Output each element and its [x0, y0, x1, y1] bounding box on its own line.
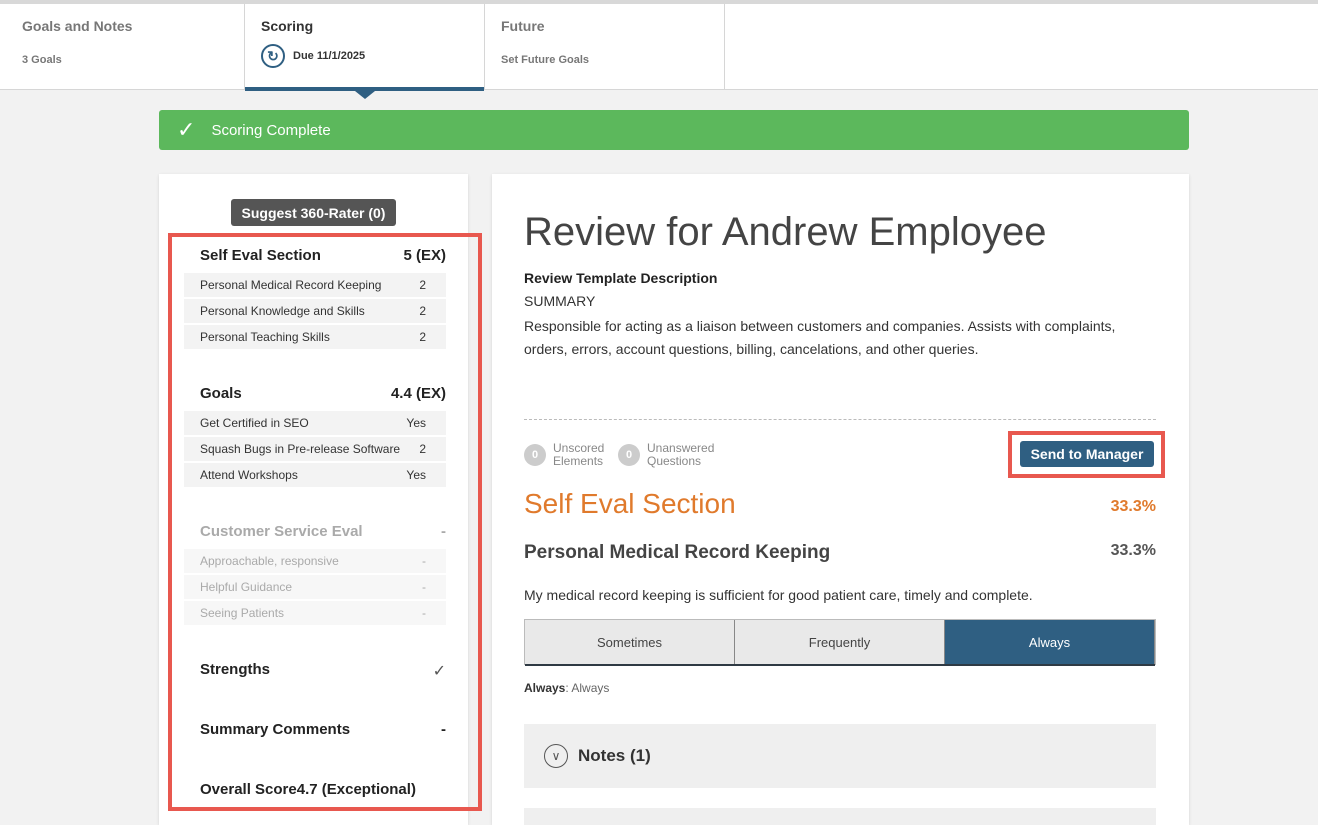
choice-always[interactable]: Always — [945, 620, 1155, 664]
unscored-label-1: Unscored — [553, 441, 605, 455]
active-tab-caret — [355, 91, 375, 99]
checkmark-icon: ✓ — [177, 117, 196, 142]
unanswered-badge: 0 Unanswered Questions — [618, 442, 714, 468]
section-score: - — [441, 721, 446, 738]
review-panel: Review for Andrew Employee Review Templa… — [492, 174, 1189, 825]
score-summary-panel: Suggest 360-Rater (0) Self Eval Section … — [159, 174, 482, 825]
divider — [524, 419, 1156, 420]
description-label: Review Template Description — [524, 270, 718, 286]
unscored-label-2: Elements — [553, 454, 604, 468]
list-item[interactable]: Personal Knowledge and Skills 2 — [184, 299, 446, 323]
list-item[interactable]: Helpful Guidance - — [184, 575, 446, 599]
item-value: - — [422, 580, 426, 594]
tab-bar: Goals and Notes 3 Goals Scoring ↻ Due 11… — [0, 0, 1318, 99]
unanswered-count: 0 — [618, 444, 640, 466]
item-value: - — [422, 554, 426, 568]
item-value: 2 — [419, 330, 426, 344]
item-value: 2 — [419, 278, 426, 292]
list-item[interactable]: Attend Workshops Yes — [184, 463, 446, 487]
overall-score-value: 4.7 (Exceptional) — [296, 781, 416, 798]
question-percent: 33.3% — [1110, 542, 1156, 559]
section-header-summary-comments[interactable]: Summary Comments - — [200, 721, 446, 738]
item-label: Squash Bugs in Pre-release Software — [200, 442, 401, 456]
tab-title: Goals and Notes — [22, 18, 133, 34]
tab-future[interactable]: Future Set Future Goals — [485, 4, 725, 90]
item-label: Personal Knowledge and Skills — [200, 304, 365, 318]
list-item[interactable]: Squash Bugs in Pre-release Software 2 — [184, 437, 446, 461]
choice-frequently[interactable]: Frequently — [735, 620, 945, 664]
summary-text: Responsible for acting as a liaison betw… — [524, 318, 1116, 357]
answer-choices: Sometimes Frequently Always — [524, 619, 1156, 666]
unscored-badge: 0 Unscored Elements — [524, 442, 604, 468]
item-label: Personal Medical Record Keeping — [200, 278, 382, 292]
section-title: Goals — [200, 385, 242, 402]
list-item[interactable]: Personal Teaching Skills 2 — [184, 325, 446, 349]
tab-subtitle: ↻ Due 11/1/2025 — [261, 44, 484, 68]
item-label: Seeing Patients — [200, 606, 285, 620]
success-banner: ✓ Scoring Complete — [159, 110, 1189, 150]
section-title: Self Eval Section — [200, 247, 321, 264]
item-label: Get Certified in SEO — [200, 416, 309, 430]
item-label: Helpful Guidance — [200, 580, 293, 594]
section-score: 4.4 (EX) — [390, 385, 446, 402]
due-date: Due 11/1/2025 — [293, 50, 366, 62]
notes-label: Notes (1) — [578, 746, 651, 765]
chevron-down-icon: ∨ — [544, 744, 568, 768]
notes-accordion[interactable]: ∨ Notes (1) — [524, 724, 1156, 788]
section-header-customer-service[interactable]: Customer Service Eval - — [200, 523, 446, 540]
overall-score: Overall Score 4.7 (Exceptional) — [200, 781, 420, 798]
tab-subtitle: 3 Goals — [22, 54, 62, 66]
section-header-goals[interactable]: Goals 4.4 (EX) — [200, 385, 446, 402]
item-label: Personal Teaching Skills — [200, 330, 330, 344]
refresh-icon: ↻ — [261, 44, 285, 68]
banner-text: Scoring Complete — [211, 121, 331, 139]
tab-subtitle: Set Future Goals — [501, 54, 590, 66]
next-section — [524, 808, 1156, 825]
unanswered-label-2: Questions — [647, 454, 702, 468]
page-title: Review for Andrew Employee — [524, 210, 1047, 254]
item-value: 2 — [419, 442, 426, 456]
selected-answer: Always: Always — [524, 681, 609, 695]
choice-sometimes[interactable]: Sometimes — [525, 620, 735, 664]
item-label: Attend Workshops — [200, 468, 298, 482]
send-to-manager-button[interactable]: Send to Manager — [1020, 441, 1154, 467]
selected-answer-label: Always — [524, 681, 566, 695]
question-text: My medical record keeping is sufficient … — [524, 587, 1033, 603]
summary-label: SUMMARY — [524, 293, 596, 309]
section-title: Customer Service Eval — [200, 523, 363, 540]
item-value: Yes — [406, 416, 426, 430]
item-value: 2 — [419, 304, 426, 318]
section-title: Summary Comments — [200, 721, 351, 738]
tab-title: Future — [501, 18, 545, 34]
item-value: - — [422, 606, 426, 620]
tab-scoring[interactable]: Scoring ↻ Due 11/1/2025 — [245, 4, 485, 99]
item-value: Yes — [406, 468, 426, 482]
section-title: Self Eval Section — [524, 488, 736, 519]
checkmark-icon: ✓ — [432, 663, 446, 680]
section-score: 5 (EX) — [403, 247, 446, 264]
overall-score-label: Overall Score — [200, 781, 297, 798]
unanswered-label-1: Unanswered — [647, 441, 715, 455]
section-header-strengths[interactable]: Strengths ✓ — [200, 661, 446, 681]
list-item[interactable]: Seeing Patients - — [184, 601, 446, 625]
suggest-rater-button[interactable]: Suggest 360-Rater (0) — [231, 199, 396, 226]
tab-title: Scoring — [261, 18, 314, 34]
list-item[interactable]: Personal Medical Record Keeping 2 — [184, 273, 446, 297]
selected-answer-value: : Always — [565, 681, 610, 695]
list-item[interactable]: Approachable, responsive - — [184, 549, 446, 573]
item-label: Approachable, responsive — [200, 554, 339, 568]
section-header-self-eval[interactable]: Self Eval Section 5 (EX) — [200, 247, 446, 264]
section-score: - — [441, 523, 446, 540]
section-percent: 33.3% — [1110, 498, 1156, 515]
section-title: Strengths — [200, 661, 271, 678]
highlight-box: Send to Manager — [1008, 431, 1165, 478]
tab-goals-and-notes[interactable]: Goals and Notes 3 Goals — [4, 4, 245, 90]
unscored-count: 0 — [524, 444, 546, 466]
question-title: Personal Medical Record Keeping — [524, 542, 831, 563]
list-item[interactable]: Get Certified in SEO Yes — [184, 411, 446, 435]
choices-underline — [525, 664, 1155, 666]
